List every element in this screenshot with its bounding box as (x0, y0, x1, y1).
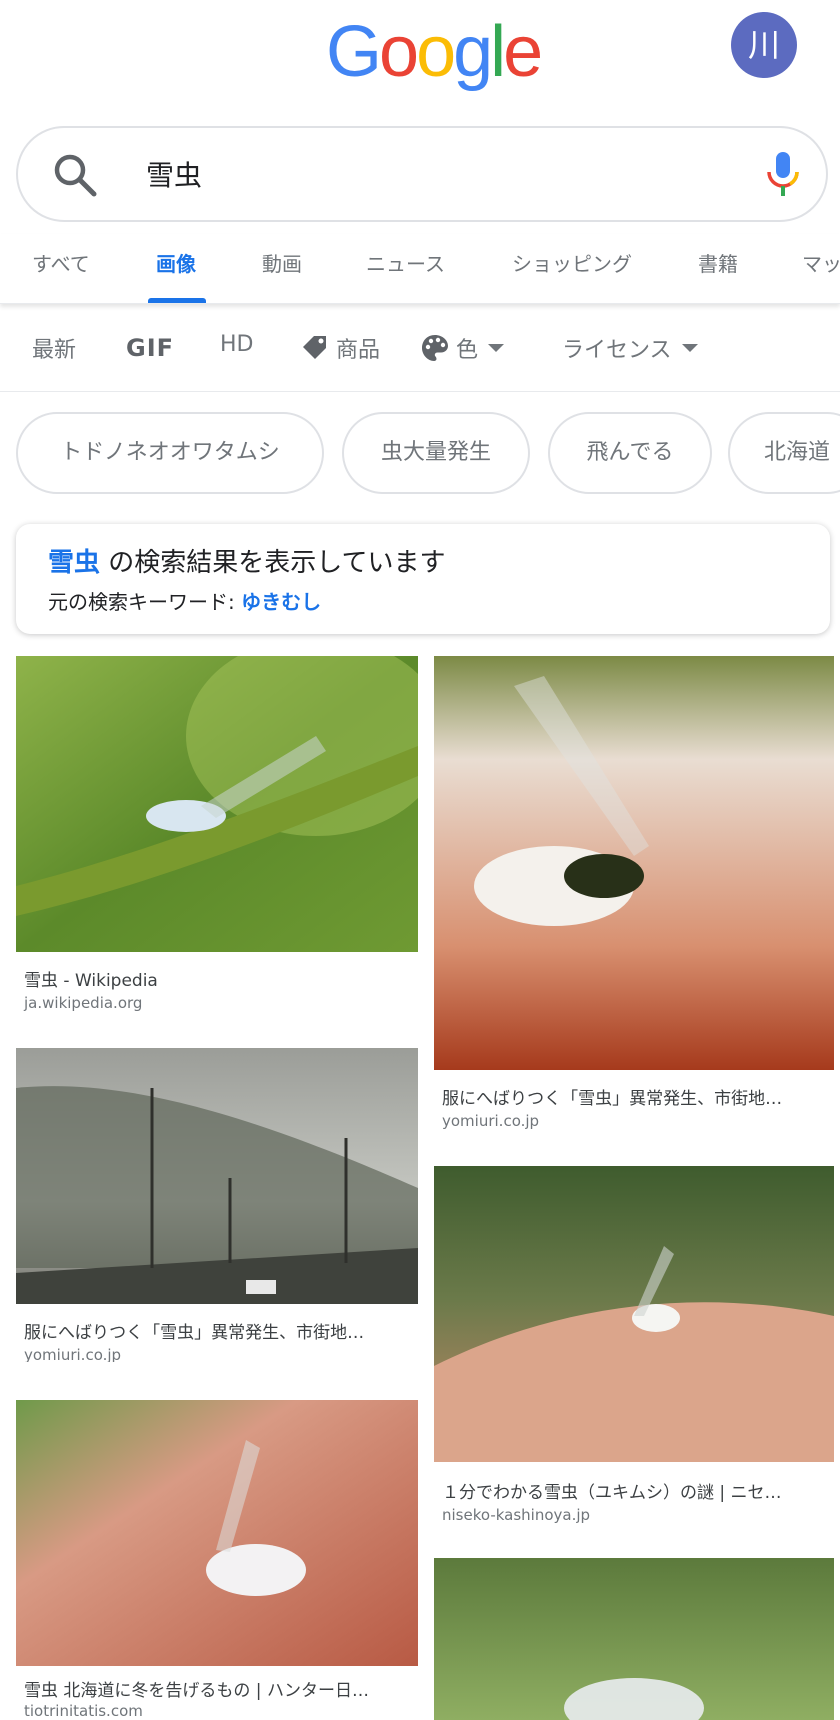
filter-license-label: ライセンス (562, 338, 672, 363)
result-title: 服にへばりつく「雪虫」異常発生、市街地… (24, 1323, 365, 1343)
result-domain: niseko-kashinoya.jp (442, 1506, 591, 1524)
search-result-notice: 雪虫 の検索結果を表示しています 元の検索キーワード: ゆきむし (16, 524, 830, 634)
avatar[interactable]: 川 (731, 12, 797, 78)
search-icon[interactable] (52, 152, 98, 198)
original-query-link[interactable]: ゆきむし (241, 590, 321, 614)
result-thumbnail[interactable] (434, 656, 834, 1070)
result-title: １分でわかる雪虫（ユキムシ）の謎 | ニセ… (442, 1483, 782, 1503)
result-thumbnail[interactable] (16, 1048, 418, 1304)
filter-license[interactable]: ライセンス (562, 332, 698, 364)
chip-hokkaido[interactable]: 北海道 (728, 412, 840, 494)
image-result[interactable]: 雪虫 - Wikipedia ja.wikipedia.org (16, 656, 418, 1034)
image-result[interactable]: 服にへばりつく「雪虫」異常発生、市街地… yomiuri.co.jp (16, 1048, 418, 1362)
google-logo[interactable]: Google (326, 12, 543, 92)
result-thumbnail[interactable] (434, 1166, 834, 1462)
filter-products-label: 商品 (336, 338, 381, 363)
notice-showing-results: 雪虫 の検索結果を表示しています (48, 542, 446, 579)
filter-latest[interactable]: 最新 (32, 332, 76, 364)
result-title: 雪虫 北海道に冬を告げるもの | ハンター日… (24, 1681, 369, 1701)
image-result[interactable]: 雪虫 北海道に冬を告げるもの | ハンター日… tiotrinitatis.co… (16, 1400, 418, 1720)
mic-icon[interactable] (760, 150, 806, 200)
related-chips: トドノネオオワタムシ 虫大量発生 飛んでる 北海道 (0, 408, 840, 496)
image-filters: 最新 GIF HD 商品 色 ライセンス (0, 306, 840, 392)
filter-color[interactable]: 色 (420, 332, 505, 364)
original-query-label: 元の検索キーワード: (48, 590, 242, 614)
image-result[interactable]: 服にへばりつく「雪虫」異常発生、市街地… yomiuri.co.jp (434, 656, 834, 1138)
filter-hd[interactable]: HD (220, 332, 253, 357)
active-tab-indicator (148, 298, 206, 303)
tab-shopping[interactable]: ショッピング (512, 248, 632, 277)
chevron-down-icon (488, 344, 505, 352)
search-input[interactable]: 雪虫 (146, 156, 202, 196)
tab-maps[interactable]: マッ (802, 248, 840, 277)
tab-images[interactable]: 画像 (156, 248, 196, 277)
filter-products[interactable]: 商品 (300, 332, 380, 364)
filter-color-label: 色 (456, 338, 479, 363)
chip-tonderu[interactable]: 飛んでる (548, 412, 712, 494)
filter-gif[interactable]: GIF (126, 334, 174, 362)
palette-icon (422, 335, 448, 361)
tag-icon (303, 336, 326, 359)
notice-original-query: 元の検索キーワード: ゆきむし (48, 586, 321, 615)
tab-all[interactable]: すべて (32, 248, 90, 277)
tab-books[interactable]: 書籍 (698, 248, 738, 277)
image-result[interactable] (434, 1558, 834, 1720)
result-thumbnail[interactable] (16, 1400, 418, 1666)
chip-todononeoowatamushi[interactable]: トドノネオオワタムシ (16, 412, 324, 494)
header: Google 川 (0, 0, 840, 110)
search-box[interactable]: 雪虫 (16, 126, 828, 222)
result-title: 雪虫 - Wikipedia (24, 971, 158, 991)
search-tabs: すべて 画像 動画 ニュース ショッピング 書籍 マッ (0, 234, 840, 304)
chip-mushi-tairyou-hassei[interactable]: 虫大量発生 (342, 412, 530, 494)
result-domain: yomiuri.co.jp (442, 1112, 540, 1130)
corrected-keyword[interactable]: 雪虫 (48, 548, 100, 578)
chevron-down-icon (681, 344, 698, 352)
result-thumbnail[interactable] (16, 656, 418, 952)
notice-message: の検索結果を表示しています (100, 548, 446, 578)
result-domain: tiotrinitatis.com (24, 1702, 143, 1720)
tab-videos[interactable]: 動画 (262, 248, 302, 277)
tab-news[interactable]: ニュース (366, 248, 445, 277)
result-title: 服にへばりつく「雪虫」異常発生、市街地… (442, 1089, 783, 1109)
image-result[interactable]: １分でわかる雪虫（ユキムシ）の謎 | ニセ… niseko-kashinoya.… (434, 1166, 834, 1530)
result-thumbnail[interactable] (434, 1558, 834, 1720)
result-domain: yomiuri.co.jp (24, 1346, 122, 1362)
result-domain: ja.wikipedia.org (24, 994, 143, 1012)
